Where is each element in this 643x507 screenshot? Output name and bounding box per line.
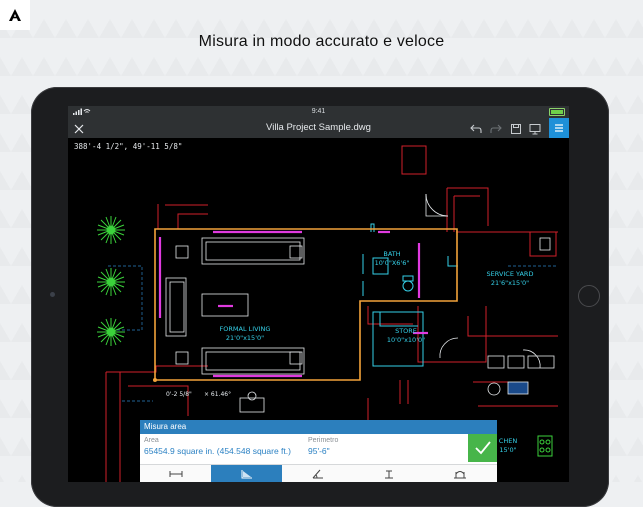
toolbar: Villa Project Sample.dwg	[68, 118, 569, 138]
measure-length-label: 0'-2 5/8"	[166, 391, 192, 398]
undo-icon[interactable]	[470, 122, 482, 134]
save-icon[interactable]	[510, 122, 522, 134]
measure-area-icon	[241, 470, 252, 479]
measure-radius-icon	[384, 470, 393, 479]
headline: Misura in modo accurato e veloce	[198, 33, 445, 50]
home-button[interactable]	[578, 285, 600, 307]
confirm-button[interactable]	[468, 434, 497, 462]
stove	[537, 435, 553, 457]
area-label: Area	[144, 437, 159, 444]
room-kitchen-name: CHEN	[499, 437, 518, 445]
menu-icon[interactable]	[549, 118, 569, 138]
measure-angle-icon	[312, 469, 323, 479]
room-kitchen-size: 15'0"	[499, 446, 516, 454]
area-field: Area 65454.9 square in. (454.548 square …	[144, 437, 291, 456]
room-formal-living-size: 21'0"x15'0"	[226, 334, 264, 342]
measure-area-button[interactable]	[211, 465, 282, 482]
status-bar: 9:41	[68, 106, 569, 118]
room-formal-living-name: FORMAL LIVING	[220, 325, 271, 333]
app-screen: 9:41 Villa Project Sample.dwg BATH 10'0"…	[68, 106, 569, 482]
measure-arc-button[interactable]	[424, 465, 495, 482]
dining-table	[239, 391, 265, 413]
measure-tools-bar	[140, 464, 497, 482]
measure-radius-button[interactable]	[353, 465, 424, 482]
measure-distance-button[interactable]	[140, 465, 211, 482]
vertex-handle[interactable]	[153, 378, 157, 382]
measured-area-outline[interactable]	[154, 228, 458, 381]
area-value: 65454.9 square in. (454.548 square ft.)	[144, 446, 291, 456]
room-store-size: 10'0"x10'0"	[387, 336, 425, 344]
presentation-icon[interactable]	[529, 122, 541, 135]
measure-angle-label: × 61.46°	[204, 391, 231, 398]
plant-icons	[97, 216, 125, 346]
room-bath-size: 10'0"X6'6"	[375, 259, 410, 267]
status-time: 9:41	[311, 108, 326, 115]
room-service-yard-size: 21'6"x15'0"	[491, 279, 529, 287]
measure-arc-icon	[453, 471, 466, 479]
perimeter-field: Perimetro 95'-6"	[308, 437, 338, 456]
cursor-coordinates: 388'-4 1/2", 49'-11 5/8"	[74, 142, 183, 151]
room-bath-name: BATH	[383, 250, 400, 258]
redo-icon[interactable]	[490, 122, 502, 134]
living-furniture	[165, 237, 305, 375]
perimeter-value: 95'-6"	[308, 446, 330, 456]
measure-panel-title: Misura area	[140, 420, 497, 434]
measure-angle-button[interactable]	[282, 465, 353, 482]
camera	[50, 292, 55, 297]
battery-icon	[549, 108, 565, 116]
autodesk-logo-icon	[0, 0, 30, 30]
room-service-yard-name: SERVICE YARD	[487, 270, 534, 278]
service-yard-fixtures	[487, 237, 555, 396]
checkmark-icon	[474, 441, 491, 455]
measure-distance-icon	[169, 471, 182, 477]
perimeter-label: Perimetro	[308, 437, 339, 444]
room-store-name: STORE	[395, 327, 417, 335]
